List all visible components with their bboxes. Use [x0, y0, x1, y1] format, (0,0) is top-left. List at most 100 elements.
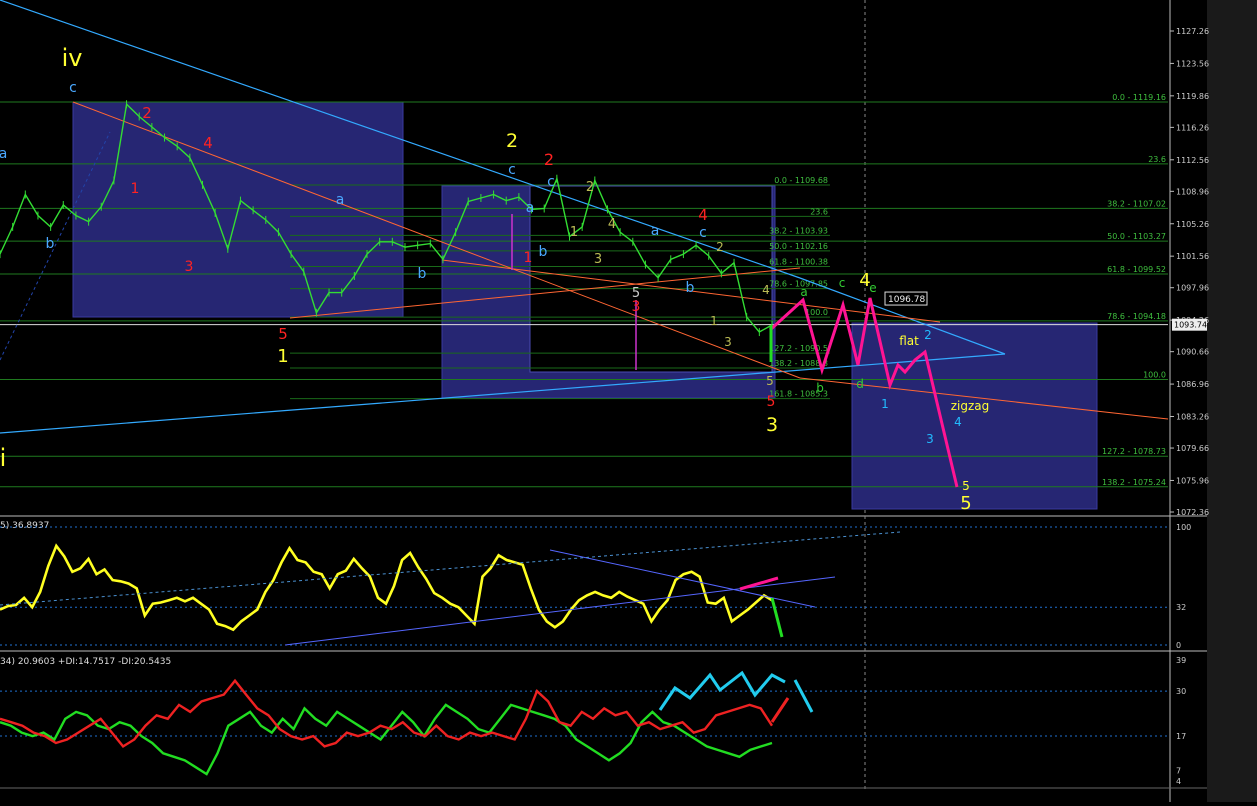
wave-label: 3: [594, 252, 602, 267]
adx-tick-label: 7: [1176, 767, 1181, 776]
inner-fib-label: 78.6 - 1097.85: [769, 280, 828, 289]
adx-title: 34) 20.9603 +DI:14.7517 -DI:20.5435: [0, 657, 171, 667]
inner-cut-box: [529, 185, 773, 373]
wave-label: c: [69, 80, 77, 96]
price-tag-label: 1093.74: [1174, 321, 1207, 330]
rsi-dash: [0, 531, 901, 606]
inner-fib-label: 50.0 - 1102.16: [769, 242, 828, 251]
adx-panel: 34) 20.9603 +DI:14.7517 -DI:20.5435 39 30 1…: [0, 656, 1207, 789]
wave-label: i: [0, 444, 6, 472]
y-tick-label: 1079.66: [1176, 444, 1209, 453]
wave-label: b: [418, 266, 427, 282]
wave-label: 3: [766, 414, 778, 436]
y-tick-label: 1075.96: [1176, 476, 1209, 485]
wave-label: 4: [608, 217, 616, 232]
rsi-tick-label: 32: [1176, 603, 1186, 612]
fib-label: 100.0: [1143, 371, 1166, 380]
rsi-tick-label: 100: [1176, 523, 1191, 532]
y-tick-label: 1086.96: [1176, 380, 1209, 389]
fib-label: 0.0 - 1119.16: [1112, 93, 1166, 102]
wave-label: 4: [762, 283, 770, 297]
y-tick-label: 1116.26: [1176, 123, 1209, 132]
fib-label: 138.2 - 1075.24: [1102, 478, 1166, 487]
y-tick-label: 1101.56: [1176, 252, 1209, 261]
rsi-panel: 5) 36.8937 100 32 0: [0, 521, 1191, 650]
highlight-box-3: [851, 322, 1098, 510]
rsi-green-arrow: [770, 597, 784, 638]
y-tick-label: 1083.26: [1176, 413, 1209, 422]
rsi-line: [0, 543, 773, 632]
wave-label: b: [46, 236, 55, 252]
wave-label: 1: [881, 397, 889, 411]
rsi-pink-arrow: [739, 576, 779, 591]
inner-fib-label: 0.0 - 1109.68: [774, 176, 828, 185]
wave-label: 5: [766, 374, 774, 388]
y-tick-label: 1090.66: [1176, 348, 1209, 357]
wave-label: 2: [506, 130, 518, 152]
wave-label: 3: [926, 432, 934, 446]
wave-label: 5: [767, 394, 776, 410]
rsi-tick-label: 0: [1176, 641, 1181, 650]
wave-label: 2: [716, 240, 724, 254]
wave-label: 2: [924, 328, 932, 342]
wave-label: c: [839, 276, 846, 290]
wave-label: e: [869, 281, 876, 295]
inner-fib-label: 23.6: [810, 207, 828, 216]
wave-label: 2: [586, 180, 594, 195]
wave-label: b: [816, 381, 824, 395]
wave-label: 4: [954, 415, 962, 429]
wave-label: c: [508, 162, 516, 178]
right-margin: [1207, 0, 1257, 802]
y-tick-label: 1108.96: [1176, 187, 1209, 196]
fib-label: 78.6 - 1094.18: [1107, 312, 1166, 321]
y-tick-label: 1105.26: [1176, 220, 1209, 229]
wave-label: a: [0, 146, 7, 162]
y-tick-label: 1072.36: [1176, 508, 1209, 517]
wave-label: b: [539, 244, 548, 260]
wave-label: 1: [710, 314, 718, 328]
fib-label: 38.2 - 1107.02: [1107, 199, 1166, 208]
wave-label: c: [547, 174, 555, 190]
inner-fib-label: 38.2 - 1103.93: [769, 226, 828, 235]
wave-label: 2: [544, 150, 554, 169]
wave-label: 1: [131, 181, 140, 197]
fib-label: 127.2 - 1078.73: [1102, 447, 1166, 456]
wave-label: d: [856, 377, 864, 391]
wave-label: 5: [962, 479, 970, 493]
rsi-title: 5) 36.8937: [0, 521, 49, 531]
wave-label: a: [526, 200, 535, 216]
fib-label: 61.8 - 1099.52: [1107, 265, 1166, 274]
wave-label: a: [336, 192, 345, 208]
wave-label: 5: [960, 493, 971, 514]
inner-fib-label: 61.8 - 1100.38: [769, 258, 828, 267]
wave-label: a: [800, 285, 807, 299]
y-tick-label: 1127.26: [1176, 27, 1209, 36]
wave-label: a: [651, 223, 660, 239]
wave-label: 4: [698, 206, 708, 224]
adx-line: [0, 703, 773, 776]
y-tick-label: 1097.96: [1176, 284, 1209, 293]
chart-canvas[interactable]: 0.0 - 1119.1623.638.2 - 1107.0250.0 - 11…: [0, 0, 1257, 802]
wave-label: 2: [142, 104, 152, 122]
adx-tick-label: 30: [1176, 687, 1186, 696]
wave-label: 3: [724, 335, 732, 349]
chart-window: 0.0 - 1119.16 23.6 38.2 - 1107.02 50.0 - 11…: [0, 0, 1257, 802]
y-tick-label: 1112.56: [1176, 156, 1209, 165]
adx-red-arrow: [770, 697, 790, 723]
rsi-trend: [284, 576, 836, 646]
y-tick-label: 1119.86: [1176, 92, 1209, 101]
wave-label: 3: [632, 299, 641, 315]
y-tick-label: 1123.56: [1176, 59, 1209, 68]
wave-label: 1: [277, 346, 288, 367]
adx-cyan-path: [658, 670, 814, 713]
adx-tick-label: 17: [1176, 732, 1186, 741]
wave-label: 1: [570, 225, 578, 240]
wave-label: 5: [278, 325, 288, 343]
wave-label: 4: [203, 134, 213, 152]
marker-box-label: 1096.78: [888, 295, 925, 305]
wave-label: zigzag: [951, 399, 990, 413]
fib-label: 50.0 - 1103.27: [1107, 232, 1166, 241]
wave-label: flat: [899, 334, 919, 348]
wave-label: 3: [185, 259, 194, 275]
wave-label: b: [686, 280, 695, 296]
